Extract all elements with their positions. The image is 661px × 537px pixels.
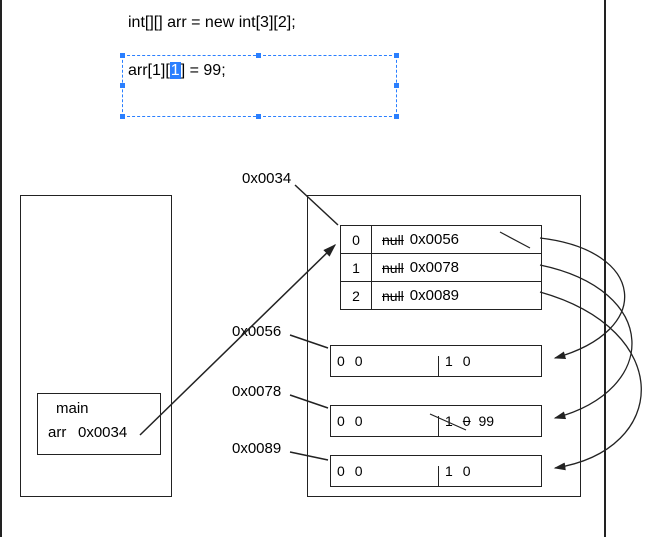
code-suffix: = 99;: [185, 62, 225, 79]
cell-index: 0: [337, 463, 345, 479]
cell-value: 0: [355, 413, 363, 429]
page-left-border: [0, 0, 2, 537]
subarray-address-1: 0x0078: [232, 383, 281, 400]
subarray-address-2: 0x0089: [232, 440, 281, 457]
row-index: 2: [341, 282, 372, 309]
cell-index: 1: [445, 463, 453, 479]
outer-array-address: 0x0034: [242, 170, 291, 187]
stack-var-value: 0x0034: [78, 424, 127, 441]
code-highlighted-index: 1: [170, 62, 181, 79]
code-line-1: int[][] arr = new int[3][2];: [128, 14, 296, 32]
old-value: null: [382, 288, 404, 304]
table-row: 1 null 0x0078: [341, 253, 541, 281]
cell-index: 1: [445, 353, 453, 369]
subarray-1: 0 0 1 0 99: [330, 405, 542, 437]
row-address: 0x0089: [410, 287, 459, 304]
stack-var-name: arr: [48, 424, 66, 441]
row-address: 0x0056: [410, 231, 459, 248]
subarray-2: 0 0 1 0: [330, 455, 542, 487]
cell-value: 0: [463, 463, 471, 479]
table-row: 2 null 0x0089: [341, 281, 541, 309]
page-right-border: [604, 0, 606, 537]
cell-index: 1: [445, 413, 453, 429]
table-row: 0 null 0x0056: [341, 226, 541, 253]
cell-index: 0: [337, 413, 345, 429]
cell-new-value: 99: [478, 413, 494, 429]
old-value: null: [382, 260, 404, 276]
row-index: 1: [341, 254, 372, 281]
cell-value: 0: [355, 353, 363, 369]
row-index: 0: [341, 226, 372, 253]
cell-old-value: 0: [463, 413, 471, 429]
outer-array-table: 0 null 0x0056 1 null 0x0078 2 null 0x008…: [340, 225, 542, 310]
old-value: null: [382, 232, 404, 248]
subarray-0: 0 0 1 0: [330, 345, 542, 377]
row-address: 0x0078: [410, 259, 459, 276]
cell-value: 0: [463, 353, 471, 369]
code-prefix: arr[1]: [128, 62, 165, 79]
cell-index: 0: [337, 353, 345, 369]
subarray-address-0: 0x0056: [232, 323, 281, 340]
stack-frame-name: main: [56, 400, 89, 417]
cell-value: 0: [355, 463, 363, 479]
code-line-2: arr[1][1] = 99;: [128, 62, 226, 80]
